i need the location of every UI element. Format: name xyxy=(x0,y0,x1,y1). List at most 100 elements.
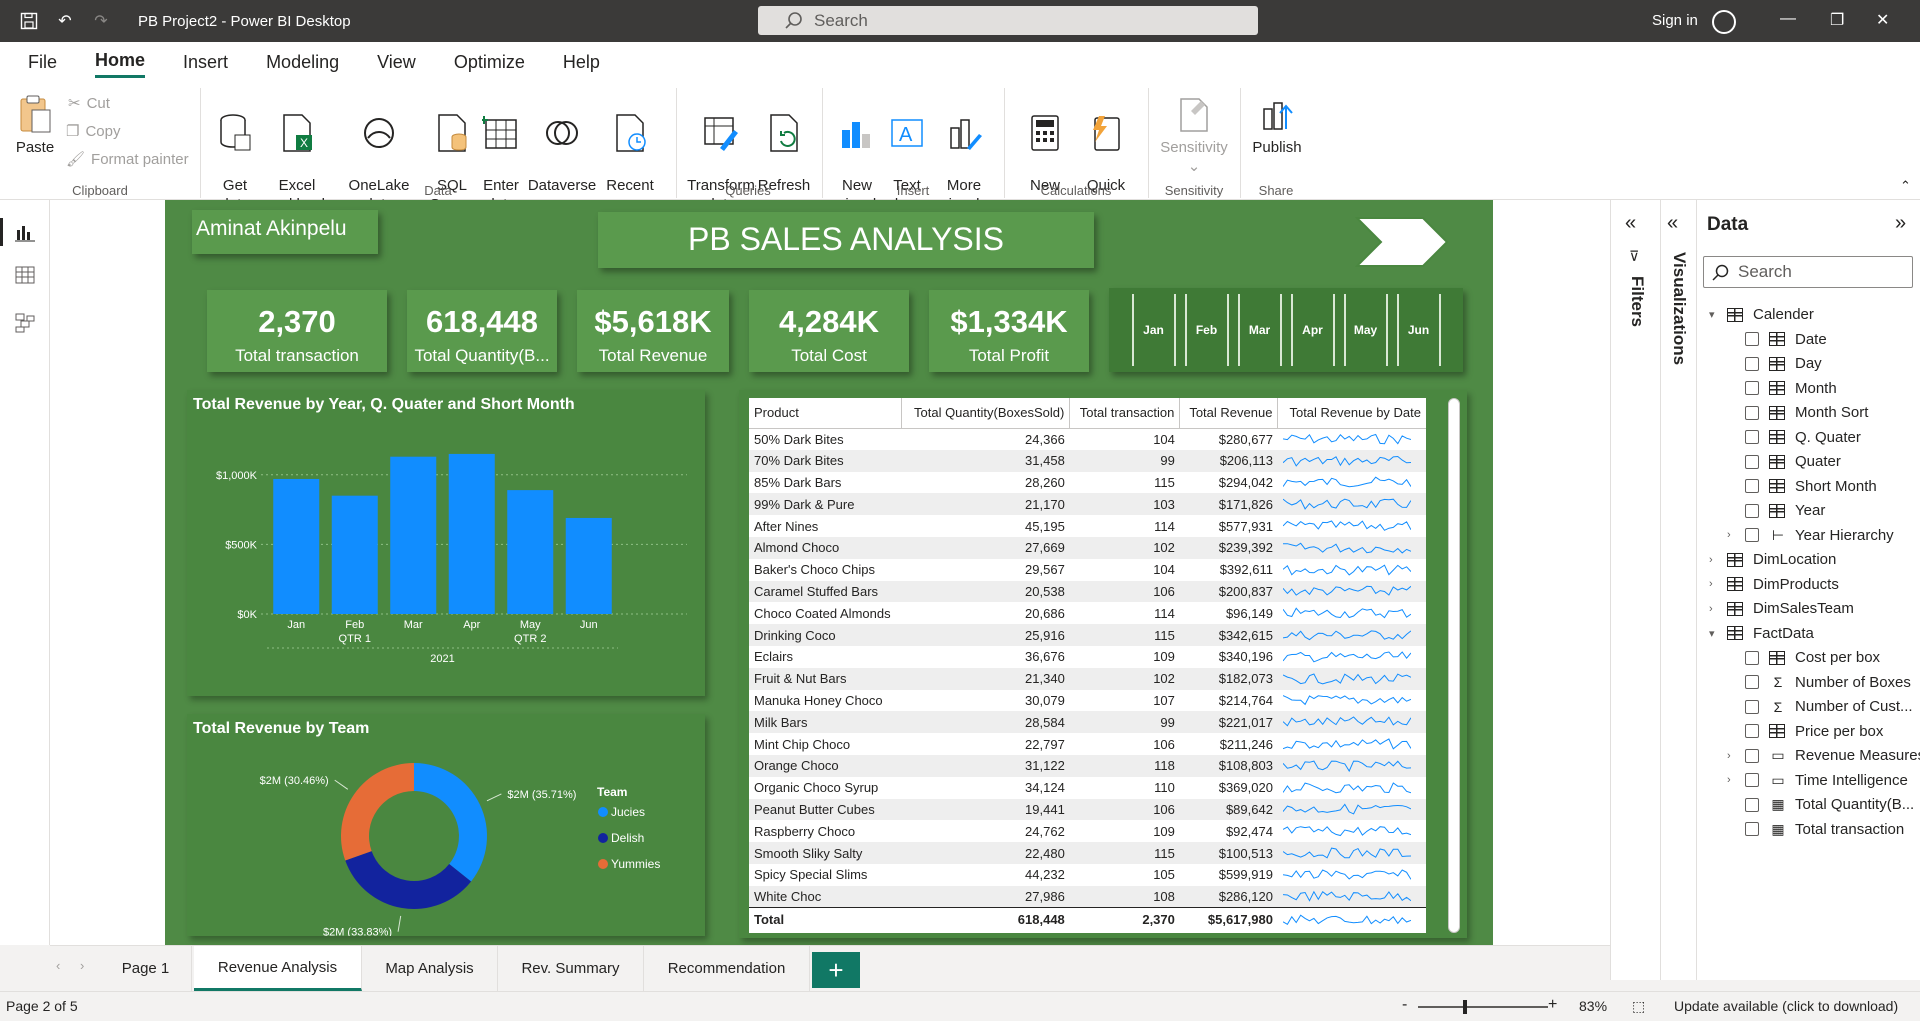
chevron-down-icon[interactable]: ▾ xyxy=(1709,627,1721,640)
menu-home[interactable]: Home xyxy=(95,46,146,78)
zoom-out-button[interactable]: - xyxy=(1402,996,1407,1014)
data-field-item[interactable]: Σ Number of Cust... xyxy=(1727,698,1913,715)
refresh-button[interactable]: Refresh xyxy=(756,94,812,195)
data-field-item[interactable]: Q. Quater xyxy=(1727,429,1861,446)
field-checkbox[interactable] xyxy=(1745,675,1759,689)
data-field-item[interactable]: Year xyxy=(1727,502,1825,519)
data-field-item[interactable]: › ▭ Revenue Measures xyxy=(1727,747,1920,764)
table-row[interactable]: Manuka Honey Choco 30,079 107 $214,764 xyxy=(749,690,1426,712)
table-row[interactable]: Smooth Sliky Salty 22,480 115 $100,513 xyxy=(749,842,1426,864)
field-checkbox[interactable] xyxy=(1745,773,1759,787)
data-field-item[interactable]: › ▭ Time Intelligence xyxy=(1727,772,1908,789)
restore-icon[interactable]: ❐ xyxy=(1830,10,1844,30)
new-visual-button[interactable]: New visual xyxy=(832,94,882,214)
account-icon[interactable] xyxy=(1712,10,1736,34)
field-checkbox[interactable] xyxy=(1745,430,1759,444)
chevron-right-icon[interactable]: › xyxy=(1709,578,1721,590)
redo-icon[interactable]: ↷ xyxy=(90,10,112,32)
data-field-item[interactable]: Σ Number of Boxes xyxy=(1727,674,1911,691)
expand-filters-icon[interactable]: « xyxy=(1625,212,1636,235)
copy-button[interactable]: ❐ Copy xyxy=(66,122,120,141)
close-icon[interactable]: ✕ xyxy=(1876,10,1889,30)
data-field-item[interactable]: Month Sort xyxy=(1727,404,1868,421)
data-field-item[interactable]: ▦ Total Quantity(B... xyxy=(1727,796,1914,813)
tab-page-1[interactable]: Page 1 xyxy=(100,946,192,991)
table-row[interactable]: 50% Dark Bites 24,366 104 $280,677 xyxy=(749,428,1426,450)
field-checkbox[interactable] xyxy=(1745,381,1759,395)
column-header[interactable]: Total Revenue by Date xyxy=(1277,398,1426,429)
slicer-month-feb[interactable]: Feb xyxy=(1184,294,1229,366)
table-row[interactable]: Fruit & Nut Bars 21,340 102 $182,073 xyxy=(749,667,1426,690)
model-view-icon[interactable] xyxy=(13,312,37,334)
next-page-arrow-icon[interactable] xyxy=(1355,214,1451,270)
data-field-item[interactable]: Day xyxy=(1727,355,1822,372)
field-checkbox[interactable] xyxy=(1745,699,1759,714)
field-checkbox[interactable] xyxy=(1745,454,1759,469)
field-checkbox[interactable] xyxy=(1745,479,1759,493)
tab-scroll-left-icon[interactable]: ‹ xyxy=(56,958,60,973)
field-checkbox[interactable] xyxy=(1745,748,1759,763)
recent-sources-button[interactable]: Recent sources xyxy=(598,94,662,214)
table-row[interactable]: Spicy Special Slims 44,232 105 $599,919 xyxy=(749,864,1426,886)
chevron-down-icon[interactable]: ▾ xyxy=(1709,308,1721,321)
zoom-slider[interactable] xyxy=(1418,1006,1548,1008)
collapse-ribbon-icon[interactable]: ⌃ xyxy=(1900,178,1911,194)
table-row[interactable]: Eclairs 36,676 109 $340,196 xyxy=(749,646,1426,668)
slicer-month-jan[interactable]: Jan xyxy=(1131,294,1176,366)
field-checkbox[interactable] xyxy=(1745,724,1759,738)
data-table-item[interactable]: ▾ FactData xyxy=(1709,625,1814,642)
slicer-month-jun[interactable]: Jun xyxy=(1396,294,1441,366)
data-field-item[interactable]: Price per box xyxy=(1727,723,1883,740)
table-row[interactable]: 70% Dark Bites 31,458 99 $206,113 xyxy=(749,449,1426,472)
menu-help[interactable]: Help xyxy=(563,48,600,77)
column-header[interactable]: Total Revenue xyxy=(1179,398,1279,429)
menu-optimize[interactable]: Optimize xyxy=(454,48,525,77)
search-input[interactable]: Search xyxy=(758,6,1258,35)
bar[interactable] xyxy=(331,495,378,614)
visualizations-label[interactable]: Visualizations xyxy=(1669,252,1689,365)
table-row[interactable]: Choco Coated Almonds 20,686 114 $96,149 xyxy=(749,602,1426,624)
table-row[interactable]: Milk Bars 28,584 99 $221,017 xyxy=(749,711,1426,734)
bar[interactable] xyxy=(390,456,437,614)
cut-button[interactable]: ✂ Cut xyxy=(68,94,110,113)
table-row[interactable]: 85% Dark Bars 28,260 115 $294,042 xyxy=(749,472,1426,494)
product-table[interactable]: Product Total Quantity(BoxesSold) Total tr… xyxy=(749,398,1426,933)
field-checkbox[interactable] xyxy=(1745,797,1759,812)
data-field-item[interactable]: ▦ Total transaction xyxy=(1727,821,1904,838)
chevron-right-icon[interactable]: › xyxy=(1727,774,1739,786)
tab-rev-summary[interactable]: Rev. Summary xyxy=(498,946,644,991)
fit-to-page-icon[interactable]: ⬚ xyxy=(1632,998,1645,1015)
bar[interactable] xyxy=(565,517,612,614)
add-page-button[interactable]: + xyxy=(812,952,860,988)
get-data-button[interactable]: Get data xyxy=(210,94,260,214)
table-row[interactable]: Mint Chip Choco 22,797 106 $211,246 xyxy=(749,733,1426,755)
format-painter-button[interactable]: 🖌 Format painter xyxy=(66,150,189,169)
table-row[interactable]: After Nines 45,195 114 $577,931 xyxy=(749,515,1426,537)
table-row[interactable]: Raspberry Choco 24,762 109 $92,474 xyxy=(749,820,1426,842)
legend-item[interactable]: Delish xyxy=(611,831,644,845)
data-field-item[interactable]: Quater xyxy=(1727,453,1841,470)
data-field-item[interactable]: Month xyxy=(1727,380,1837,397)
dataverse-button[interactable]: Dataverse xyxy=(527,94,597,195)
chevron-right-icon[interactable]: › xyxy=(1709,554,1721,566)
data-table-item[interactable]: › DimLocation xyxy=(1709,551,1836,568)
table-row[interactable]: Peanut Butter Cubes 19,441 106 $89,642 xyxy=(749,798,1426,821)
column-header[interactable]: Total Quantity(BoxesSold) xyxy=(901,398,1071,429)
table-row[interactable]: Baker's Choco Chips 29,567 104 $392,611 xyxy=(749,559,1426,581)
bar[interactable] xyxy=(507,490,554,614)
data-field-item[interactable]: Short Month xyxy=(1727,478,1877,495)
enter-data-button[interactable]: Enter data xyxy=(478,94,524,214)
legend-item[interactable]: Yummies xyxy=(611,857,660,871)
zoom-in-button[interactable]: + xyxy=(1548,996,1557,1014)
field-checkbox[interactable] xyxy=(1745,822,1759,836)
sign-in-link[interactable]: Sign in xyxy=(1652,12,1698,29)
legend-item[interactable]: Jucies xyxy=(611,805,645,819)
paste-button[interactable]: Paste xyxy=(12,94,58,157)
data-table-item[interactable]: › DimProducts xyxy=(1709,576,1839,593)
expand-visualizations-icon[interactable]: « xyxy=(1667,212,1678,235)
donut-slice[interactable] xyxy=(340,763,414,861)
data-field-item[interactable]: Cost per box xyxy=(1727,649,1880,666)
data-field-item[interactable]: › ⊢ Year Hierarchy xyxy=(1727,527,1894,544)
table-row[interactable]: Orange Choco 31,122 118 $108,803 xyxy=(749,754,1426,777)
tab-recommendation[interactable]: Recommendation xyxy=(644,946,810,991)
